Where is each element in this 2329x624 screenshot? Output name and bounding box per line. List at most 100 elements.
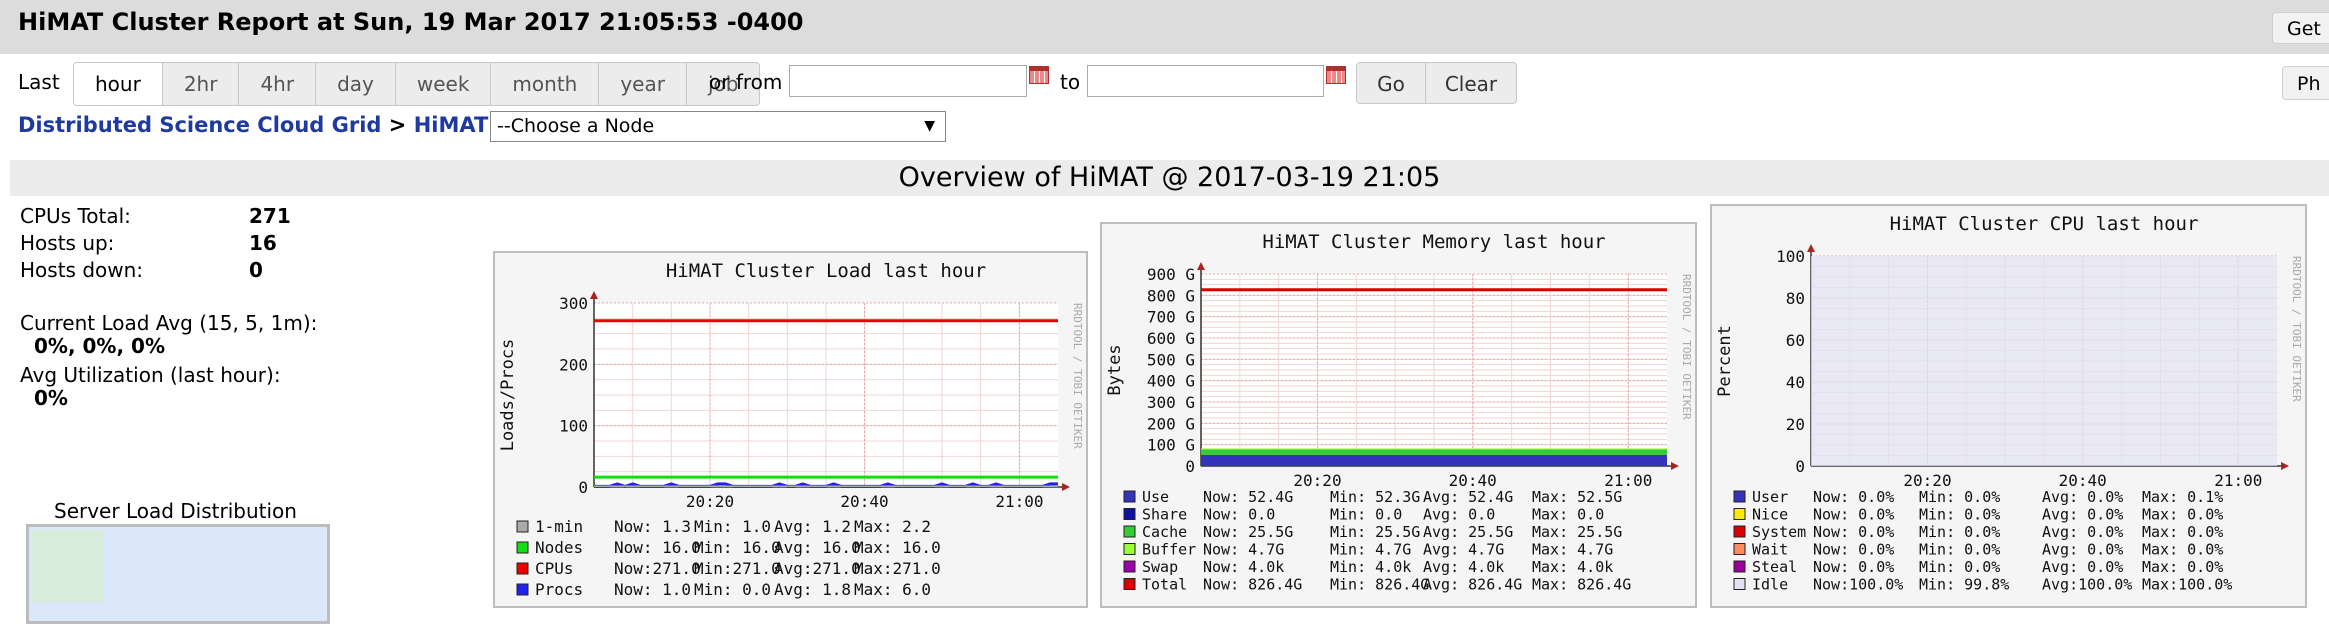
legend-max: Max: 0.0% xyxy=(2142,541,2223,559)
legend-name: 1-min xyxy=(535,517,583,536)
server-load-title: Server Load Distribution xyxy=(54,499,297,523)
legend-now: Now: 1.3 xyxy=(614,517,691,536)
legend-avg: Avg: 0.0 xyxy=(1423,506,1495,524)
get-button[interactable]: Get xyxy=(2272,12,2329,44)
chart-title: HiMAT Cluster CPU last hour xyxy=(1890,213,2199,235)
legend-max: Max: 0.0% xyxy=(2142,523,2223,541)
legend-avg: Avg: 4.0k xyxy=(1423,558,1504,576)
cpu-graph-svg: HiMAT Cluster CPU last hour Percent RRDTOO… xyxy=(1715,213,2303,594)
load-graph[interactable]: HiMAT Cluster Load last hour Loads/Procs R… xyxy=(493,251,1088,608)
legend-avg: Avg: 1.2 xyxy=(774,517,851,536)
server-load-cell xyxy=(32,530,104,602)
legend-max: Max: 16.0 xyxy=(854,538,941,557)
legend-max: Max:100.0% xyxy=(2142,576,2232,594)
x-axis-arrow xyxy=(2281,462,2289,470)
y-tick-label: 0 xyxy=(578,478,588,497)
legend-swatch xyxy=(1733,560,1746,573)
legend-name: Use xyxy=(1142,488,1169,506)
breadcrumb-grid-link[interactable]: Distributed Science Cloud Grid xyxy=(18,113,381,137)
cpu-graph[interactable]: HiMAT Cluster CPU last hour Percent RRDTOO… xyxy=(1710,204,2307,608)
legend-avg: Avg: 4.7G xyxy=(1423,541,1504,559)
legend-max: Max: 2.2 xyxy=(854,517,931,536)
legend-swatch xyxy=(516,562,529,575)
y-tick-label: 700 G xyxy=(1147,308,1195,327)
server-load-chart[interactable] xyxy=(26,524,330,624)
legend-now: Now: 4.0k xyxy=(1203,558,1284,576)
series-idle-area xyxy=(1811,256,2277,466)
x-axis-arrow xyxy=(1062,483,1070,491)
legend-now: Now: 0.0% xyxy=(1813,541,1894,559)
load-avg-label: Current Load Avg (15, 5, 1m): xyxy=(20,311,318,335)
tab-week[interactable]: week xyxy=(394,63,491,105)
legend-avg: Avg: 0.0% xyxy=(2042,488,2123,506)
legend-swatch xyxy=(1123,508,1136,520)
node-select[interactable]: --Choose a Node ▼ xyxy=(490,111,946,142)
legend-max: Max: 0.0% xyxy=(2142,506,2223,524)
tab-hour[interactable]: hour xyxy=(74,63,162,105)
tab-year[interactable]: year xyxy=(598,63,686,105)
go-button[interactable]: Go xyxy=(1356,62,1426,104)
legend-name: Steal xyxy=(1752,558,1797,576)
tab-day[interactable]: day xyxy=(315,63,395,105)
from-calendar-icon[interactable] xyxy=(1029,66,1049,84)
legend-swatch xyxy=(516,541,529,554)
legend-min: Min: 0.0 xyxy=(1330,506,1402,524)
legend-name: Swap xyxy=(1142,558,1178,576)
breadcrumb-cluster-link[interactable]: HiMAT xyxy=(414,113,489,137)
legend-avg: Avg: 0.0% xyxy=(2042,523,2123,541)
tab-month[interactable]: month xyxy=(490,63,598,105)
from-date-input[interactable] xyxy=(789,65,1027,97)
last-label: Last xyxy=(18,70,60,94)
y-tick-label: 200 xyxy=(559,355,588,374)
load-avg-value: 0%, 0%, 0% xyxy=(34,334,165,358)
legend-avg: Avg: 16.0 xyxy=(774,538,861,557)
legend-name: Share xyxy=(1142,506,1187,524)
legend-min: Min: 0.0% xyxy=(1919,506,2000,524)
legend-min: Min: 826.4G xyxy=(1330,576,1429,594)
legend-name: Total xyxy=(1142,576,1187,594)
legend-swatch xyxy=(1123,578,1136,590)
legend-min: Min: 1.0 xyxy=(694,517,771,536)
legend-swatch xyxy=(1123,543,1136,555)
y-axis-label: Loads/Procs xyxy=(498,339,518,452)
y-axis-arrow xyxy=(590,291,598,299)
legend-avg: Avg:100.0% xyxy=(2042,576,2132,594)
legend-swatch xyxy=(1733,578,1746,590)
to-date-input[interactable] xyxy=(1087,65,1324,97)
cpus-total-value: 271 xyxy=(249,204,291,228)
legend-min: Min: 4.7G xyxy=(1330,541,1411,559)
legend-max: Max:271.0 xyxy=(854,559,941,578)
legend-name: Nodes xyxy=(535,538,583,557)
series-use-area xyxy=(1201,454,1667,466)
legend-min: Min: 0.0% xyxy=(1919,523,2000,541)
to-calendar-icon[interactable] xyxy=(1326,66,1346,84)
tab-4hr[interactable]: 4hr xyxy=(238,63,315,105)
legend-avg: Avg: 0.0% xyxy=(2042,558,2123,576)
x-axis-arrow xyxy=(1671,462,1679,470)
series-buffer-area xyxy=(1201,448,1667,450)
legend-min: Min:271.0 xyxy=(694,559,781,578)
memory-graph[interactable]: HiMAT Cluster Memory last hour Bytes RRDTO… xyxy=(1100,222,1697,608)
legend-avg: Avg: 826.4G xyxy=(1423,576,1522,594)
legend-max: Max: 826.4G xyxy=(1532,576,1631,594)
legend-now: Now: 0.0 xyxy=(1203,506,1275,524)
legend-now: Now:100.0% xyxy=(1813,576,1903,594)
legend-min: Min: 0.0% xyxy=(1919,541,2000,559)
clear-button[interactable]: Clear xyxy=(1425,62,1517,104)
legend-name: Idle xyxy=(1752,576,1788,594)
legend-name: User xyxy=(1752,488,1788,506)
legend-name: Buffer xyxy=(1142,541,1196,559)
y-tick-label: 800 G xyxy=(1147,286,1195,305)
x-tick-label: 20:40 xyxy=(840,492,888,511)
series-cache-area xyxy=(1201,449,1667,455)
ph-button[interactable]: Ph xyxy=(2282,66,2329,100)
y-axis-arrow xyxy=(1197,262,1205,270)
title-bar: HiMAT Cluster Report at Sun, 19 Mar 2017… xyxy=(0,0,2329,54)
page-title: HiMAT Cluster Report at Sun, 19 Mar 2017… xyxy=(18,8,804,36)
legend-swatch xyxy=(1733,525,1746,538)
y-tick-label: 200 G xyxy=(1147,414,1195,433)
legend-max: Max: 6.0 xyxy=(854,580,931,599)
legend-name: Procs xyxy=(535,580,583,599)
hosts-up-value: 16 xyxy=(249,231,277,255)
tab-2hr[interactable]: 2hr xyxy=(161,63,239,105)
